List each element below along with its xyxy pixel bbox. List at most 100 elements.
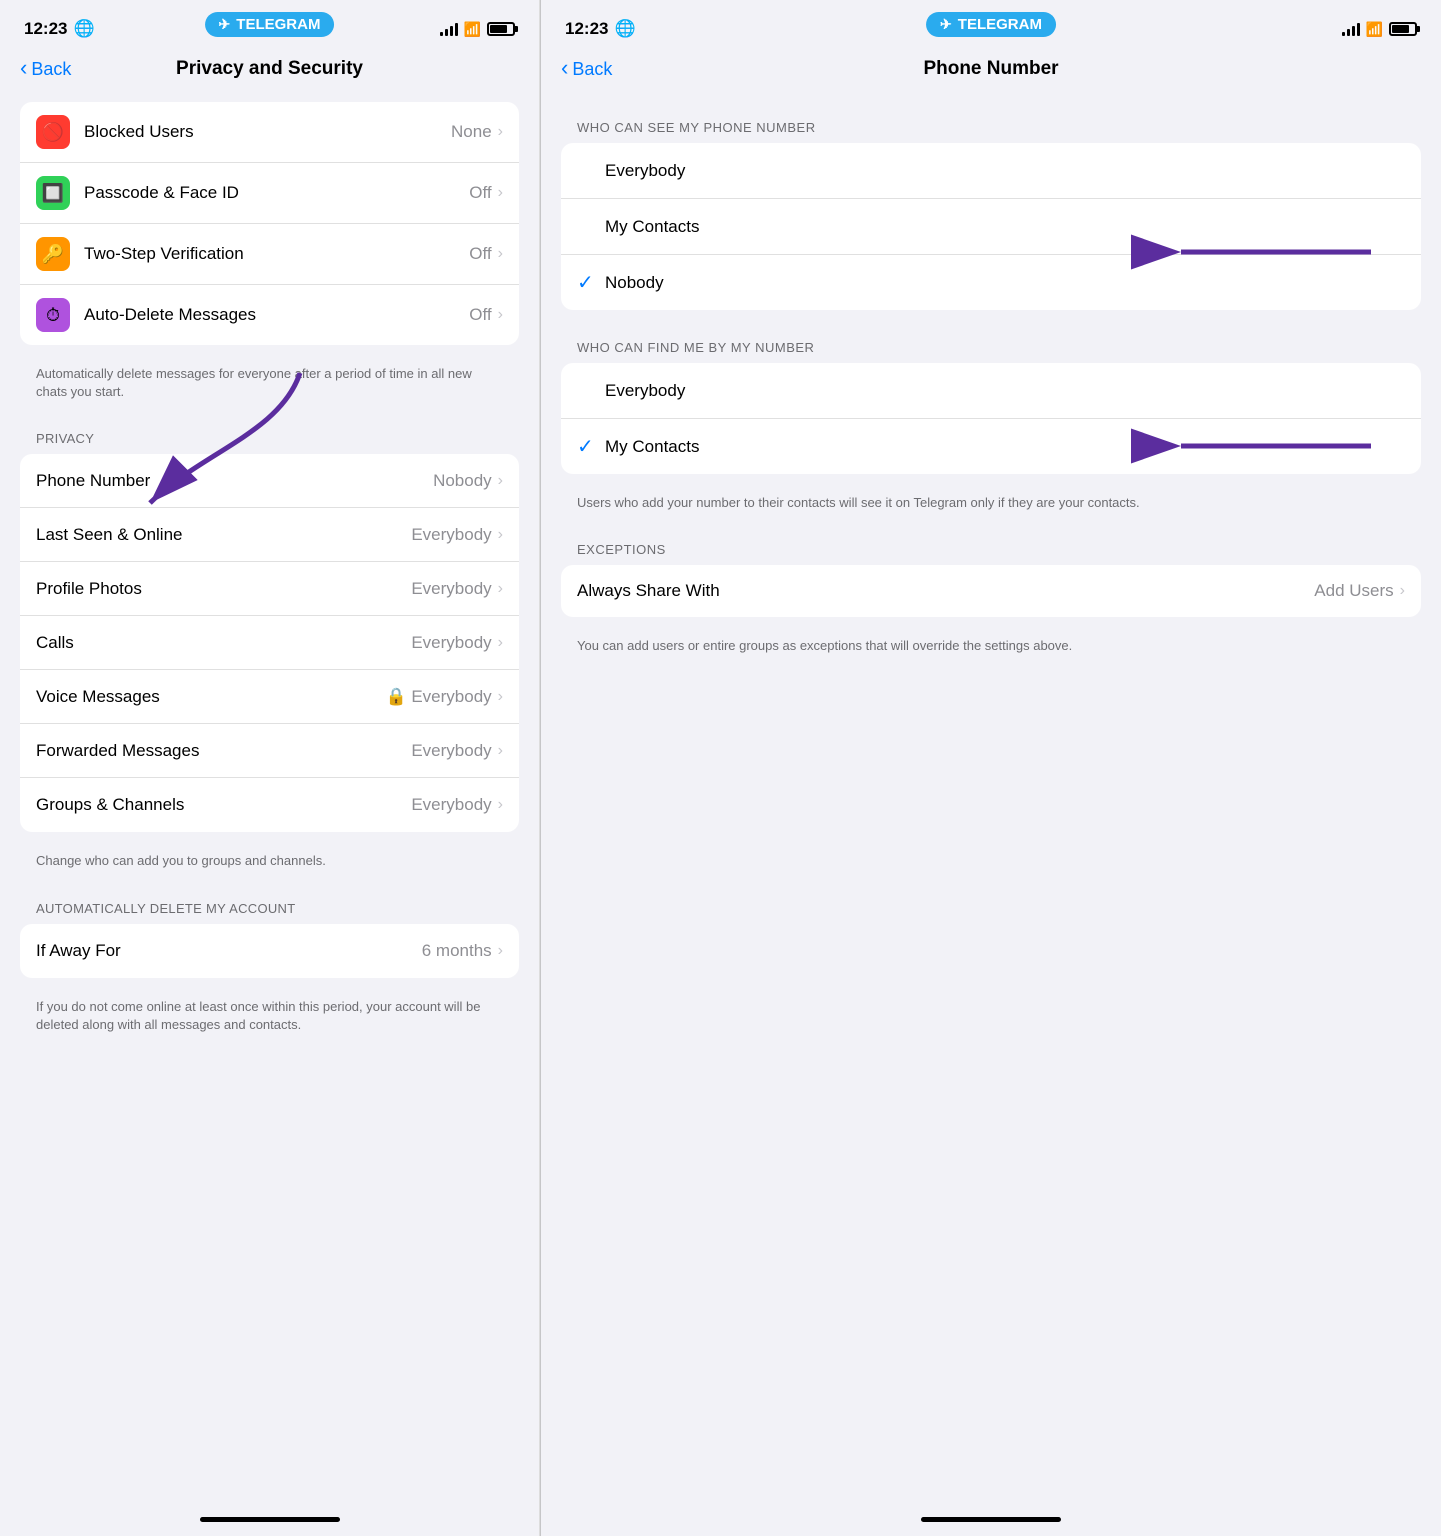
last-seen-row[interactable]: Last Seen & Online Everybody ›	[20, 508, 519, 562]
profile-photos-label: Profile Photos	[36, 579, 411, 599]
nav-bar-left: ‹ Back Privacy and Security	[0, 50, 539, 92]
globe-icon-right: 🌐	[614, 19, 635, 39]
always-share-row[interactable]: Always Share With Add Users ›	[561, 565, 1421, 617]
telegram-icon-left: ✈	[219, 16, 231, 33]
back-chevron-left: ‹	[20, 57, 27, 79]
passcode-value: Off	[469, 183, 491, 203]
profile-photos-row[interactable]: Profile Photos Everybody ›	[20, 562, 519, 616]
right-panel: 12:23 🌐 ✈ TELEGRAM 📶 ‹ Back	[541, 0, 1441, 1536]
see-everybody-row[interactable]: ✓ Everybody	[561, 143, 1421, 199]
blocked-users-icon: 🚫	[36, 115, 70, 149]
home-bar-left	[200, 1517, 340, 1522]
auto-delete-account-header: AUTOMATICALLY DELETE MY ACCOUNT	[20, 883, 519, 924]
who-see-card: ✓ Everybody ✓ My Contacts ✓ Nobody	[561, 143, 1421, 310]
phone-number-label: Phone Number	[36, 471, 433, 491]
see-everybody-label: Everybody	[605, 161, 1405, 181]
left-panel: 12:23 🌐 ✈ TELEGRAM 📶 ‹ Back	[0, 0, 540, 1536]
last-seen-label: Last Seen & Online	[36, 525, 411, 545]
exceptions-section-header: EXCEPTIONS	[561, 524, 1421, 565]
status-bar-left: 12:23 🌐 ✈ TELEGRAM 📶	[0, 0, 539, 50]
groups-channels-row[interactable]: Groups & Channels Everybody ›	[20, 778, 519, 832]
find-everybody-row[interactable]: ✓ Everybody	[561, 363, 1421, 419]
groups-channels-label: Groups & Channels	[36, 795, 411, 815]
last-seen-chevron: ›	[498, 526, 503, 544]
passcode-row[interactable]: 🔲 Passcode & Face ID Off ›	[20, 163, 519, 224]
blocked-users-row[interactable]: 🚫 Blocked Users None ›	[20, 102, 519, 163]
add-users-value: Add Users	[1314, 581, 1393, 601]
if-away-for-chevron: ›	[498, 942, 503, 960]
telegram-badge-right: ✈ TELEGRAM	[926, 12, 1056, 37]
two-step-row[interactable]: 🔑 Two-Step Verification Off ›	[20, 224, 519, 285]
auto-delete-icon: ⏱	[36, 298, 70, 332]
forwarded-messages-row[interactable]: Forwarded Messages Everybody ›	[20, 724, 519, 778]
telegram-icon-right: ✈	[940, 16, 952, 33]
blocked-users-label: Blocked Users	[84, 122, 451, 142]
phone-number-value: Nobody	[433, 471, 492, 491]
see-nobody-label: Nobody	[605, 273, 1405, 293]
profile-photos-value: Everybody	[411, 579, 491, 599]
content-right: WHO CAN SEE MY PHONE NUMBER ✓ Everybody …	[541, 92, 1441, 1502]
content-left: 🚫 Blocked Users None › 🔲 Passcode & Face…	[0, 92, 539, 1502]
voice-messages-label: Voice Messages	[36, 687, 385, 707]
two-step-value: Off	[469, 244, 491, 264]
see-nobody-row[interactable]: ✓ Nobody	[561, 255, 1421, 310]
groups-channels-value: Everybody	[411, 795, 491, 815]
find-footer: Users who add your number to their conta…	[561, 486, 1421, 524]
profile-photos-chevron: ›	[498, 580, 503, 598]
add-users-chevron: ›	[1400, 582, 1405, 600]
two-step-icon: 🔑	[36, 237, 70, 271]
privacy-settings-card: Phone Number Nobody › Last Seen & Online…	[20, 454, 519, 832]
signal-icon-left	[440, 22, 458, 36]
auto-delete-chevron: ›	[498, 306, 503, 324]
find-my-contacts-row[interactable]: ✓ My Contacts	[561, 419, 1421, 474]
passcode-icon: 🔲	[36, 176, 70, 210]
battery-icon-left	[487, 22, 515, 36]
phone-number-row[interactable]: Phone Number Nobody ›	[20, 454, 519, 508]
who-find-label: WHO CAN FIND ME BY MY NUMBER	[561, 322, 1421, 363]
see-nobody-check: ✓	[577, 270, 605, 295]
auto-delete-row[interactable]: ⏱ Auto-Delete Messages Off ›	[20, 285, 519, 345]
home-indicator-right	[541, 1502, 1441, 1536]
nav-bar-right: ‹ Back Phone Number	[541, 50, 1441, 92]
passcode-chevron: ›	[498, 184, 503, 202]
blocked-users-value: None	[451, 122, 492, 142]
forwarded-messages-label: Forwarded Messages	[36, 741, 411, 761]
globe-icon-left: 🌐	[73, 19, 94, 39]
who-find-card: ✓ Everybody ✓ My Contacts	[561, 363, 1421, 474]
status-icons-left: 📶	[440, 21, 515, 38]
see-my-contacts-row[interactable]: ✓ My Contacts	[561, 199, 1421, 255]
if-away-for-row[interactable]: If Away For 6 months ›	[20, 924, 519, 978]
telegram-badge-left: ✈ TELEGRAM	[205, 12, 335, 37]
if-away-for-value: 6 months	[422, 941, 492, 961]
always-share-label: Always Share With	[577, 581, 1314, 601]
back-chevron-right: ‹	[561, 57, 568, 79]
status-icons-right: 📶	[1342, 21, 1417, 38]
calls-chevron: ›	[498, 634, 503, 652]
groups-footer: Change who can add you to groups and cha…	[20, 844, 519, 882]
voice-messages-row[interactable]: Voice Messages 🔒 Everybody ›	[20, 670, 519, 724]
wifi-icon-left: 📶	[464, 21, 481, 38]
status-bar-right: 12:23 🌐 ✈ TELEGRAM 📶	[541, 0, 1441, 50]
back-button-right[interactable]: ‹ Back	[561, 59, 612, 80]
who-see-label: WHO CAN SEE MY PHONE NUMBER	[561, 102, 1421, 143]
signal-icon-right	[1342, 22, 1360, 36]
phone-number-chevron: ›	[498, 472, 503, 490]
calls-row[interactable]: Calls Everybody ›	[20, 616, 519, 670]
exceptions-footer: You can add users or entire groups as ex…	[561, 629, 1421, 667]
calls-label: Calls	[36, 633, 411, 653]
passcode-label: Passcode & Face ID	[84, 183, 469, 203]
see-my-contacts-label: My Contacts	[605, 217, 1405, 237]
auto-delete-label: Auto-Delete Messages	[84, 305, 469, 325]
auto-delete-footer: Automatically delete messages for everyo…	[20, 357, 519, 413]
find-my-contacts-label: My Contacts	[605, 437, 1405, 457]
auto-delete-account-card: If Away For 6 months ›	[20, 924, 519, 978]
battery-icon-right	[1389, 22, 1417, 36]
find-my-contacts-check: ✓	[577, 434, 605, 459]
page-title-right: Phone Number	[923, 58, 1058, 80]
back-button-left[interactable]: ‹ Back	[20, 59, 71, 80]
page-title-left: Privacy and Security	[176, 58, 363, 80]
forwarded-messages-value: Everybody	[411, 741, 491, 761]
voice-messages-value: 🔒 Everybody	[385, 687, 491, 707]
if-away-footer: If you do not come online at least once …	[20, 990, 519, 1046]
wifi-icon-right: 📶	[1366, 21, 1383, 38]
